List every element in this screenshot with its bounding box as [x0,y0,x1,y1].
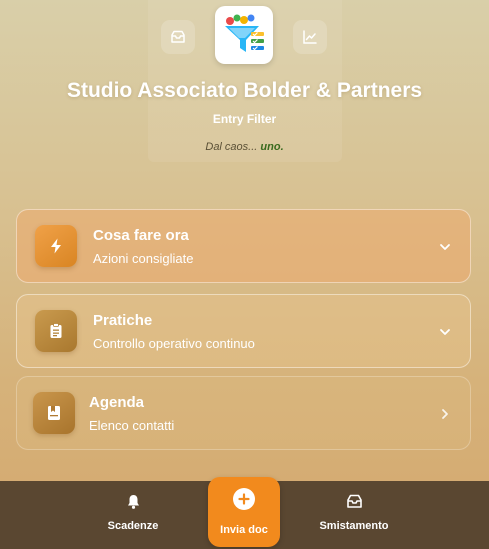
card-title: Agenda [89,394,145,411]
nav-scadenze[interactable]: Scadenze [78,481,188,549]
chevron-right-icon[interactable] [438,407,452,421]
lightning-icon [51,238,61,254]
card-title: Cosa fare ora [93,227,189,244]
card-icon-box [35,225,77,267]
app-logo [215,6,273,64]
card-cosa-fare-ora[interactable]: Cosa fare ora Azioni consigliate [16,209,471,283]
nav-label: Scadenze [107,520,159,532]
inbox-tray-icon [346,494,362,508]
funnel-logo-icon [225,14,264,52]
tagline: Dal caos... uno. [0,141,489,153]
tagline-prefix: Dal caos... [205,141,258,153]
card-pratiche[interactable]: Pratiche Controllo operativo continuo [16,294,471,368]
card-agenda[interactable]: Agenda Elenco contatti [16,376,471,450]
card-subtitle: Azioni consigliate [93,251,194,266]
clipboard-icon [50,323,62,338]
card-subtitle: Controllo operativo continuo [93,336,255,351]
org-title: Studio Associato Bolder & Partners [66,79,423,102]
invia-doc-button[interactable]: Invia doc [208,477,280,547]
card-subtitle: Elenco contatti [89,418,175,433]
nav-label: Smistamento [319,520,389,532]
stats-button[interactable] [293,20,327,54]
chart-icon [303,30,317,44]
address-book-icon [48,406,60,420]
card-title: Pratiche [93,312,153,329]
tagline-accent: uno. [260,141,284,153]
card-icon-box [35,310,77,352]
plus-icon [233,488,255,510]
bell-icon [127,495,139,509]
chevron-down-icon[interactable] [438,325,452,339]
nav-label: Invia doc [220,524,268,536]
inbox-icon [171,30,185,43]
app-subtitle: Entry Filter [212,112,277,126]
chevron-down-icon[interactable] [438,240,452,254]
inbox-button[interactable] [161,20,195,54]
nav-smistamento[interactable]: Smistamento [299,481,409,549]
card-icon-box [33,392,75,434]
